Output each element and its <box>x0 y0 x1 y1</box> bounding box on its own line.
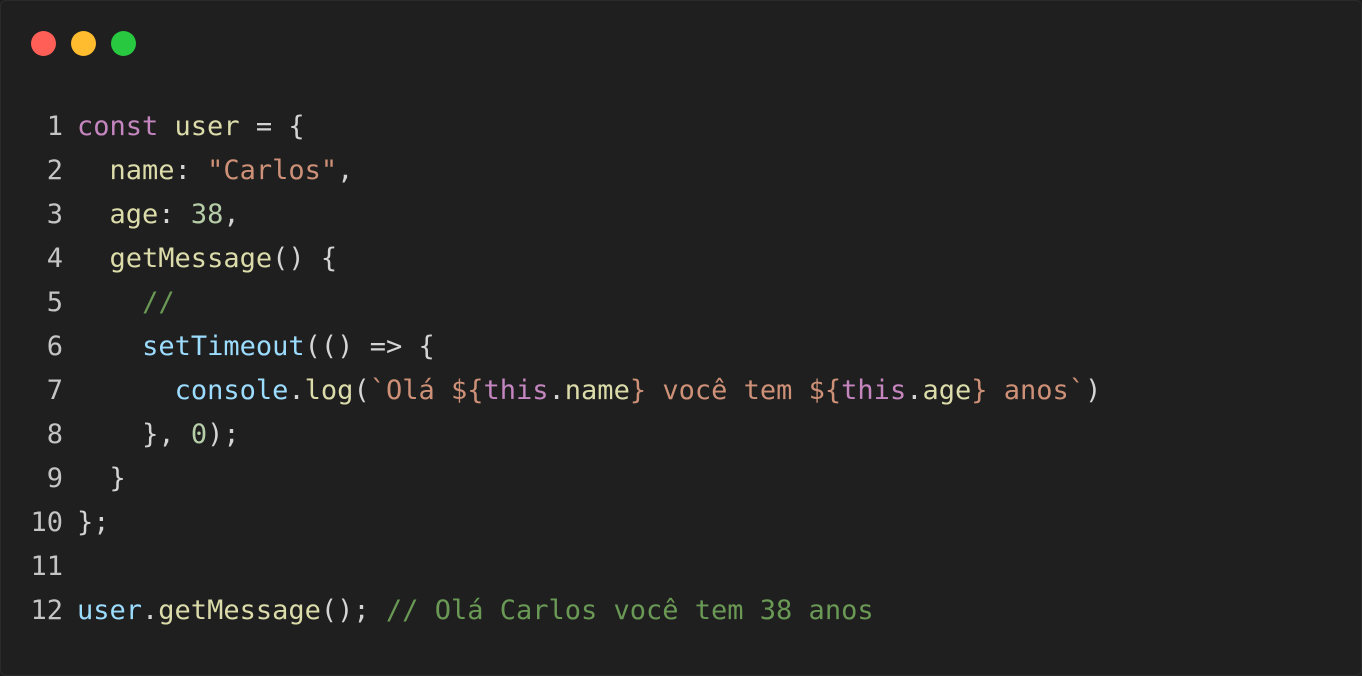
minimize-button[interactable] <box>71 31 96 56</box>
line-number: 9 <box>46 463 63 494</box>
code-line: 8 }, 0); <box>1 413 1101 457</box>
line-number: 5 <box>46 287 63 318</box>
line-text: }, 0); <box>142 419 240 450</box>
line-number: 10 <box>30 507 63 538</box>
line-text: name: "Carlos", <box>109 155 354 186</box>
code-line: 9 } <box>1 457 1101 501</box>
line-number: 4 <box>46 243 63 274</box>
line-text: setTimeout(() => { <box>142 331 435 362</box>
code-line: 1 const user = { <box>1 105 1101 149</box>
line-text: } <box>109 463 126 494</box>
code-line: 2 name: "Carlos", <box>1 149 1101 193</box>
code-window: 1 const user = {2 name: "Carlos", 3 age: 3… <box>0 0 1362 676</box>
code-line: 4 getMessage() { <box>1 237 1101 281</box>
code-line: 12 user.getMessage(); // Olá Carlos você … <box>1 589 1101 633</box>
code-line: 11 <box>1 545 1101 589</box>
line-text: }; <box>77 507 110 538</box>
code-line: 6 setTimeout(() => { <box>1 325 1101 369</box>
line-text: // <box>142 287 175 318</box>
line-number: 12 <box>30 595 63 626</box>
line-number: 2 <box>46 155 63 186</box>
code-line: 7 console.log(`Olá ${this.name} você tem… <box>1 369 1102 413</box>
line-text: const user = { <box>77 111 305 142</box>
line-text: age: 38, <box>109 199 240 230</box>
line-text: console.log(`Olá ${this.name} você tem $… <box>174 375 1102 406</box>
line-number: 8 <box>46 419 63 450</box>
close-button[interactable] <box>31 31 56 56</box>
line-number: 7 <box>46 375 63 406</box>
line-number: 1 <box>46 111 63 142</box>
window-controls <box>31 31 136 56</box>
maximize-button[interactable] <box>111 31 136 56</box>
line-number: 6 <box>46 331 63 362</box>
code-block[interactable]: 1 const user = {2 name: "Carlos", 3 age: 3… <box>1 105 1101 633</box>
code-line: 3 age: 38, <box>1 193 1101 237</box>
code-line: 10}; <box>1 501 1101 545</box>
line-number: 3 <box>46 199 63 230</box>
code-line: 5 // <box>1 281 1101 325</box>
line-text: getMessage() { <box>109 243 338 274</box>
line-text: user.getMessage(); // Olá Carlos você te… <box>77 595 874 626</box>
line-number: 11 <box>30 551 63 582</box>
